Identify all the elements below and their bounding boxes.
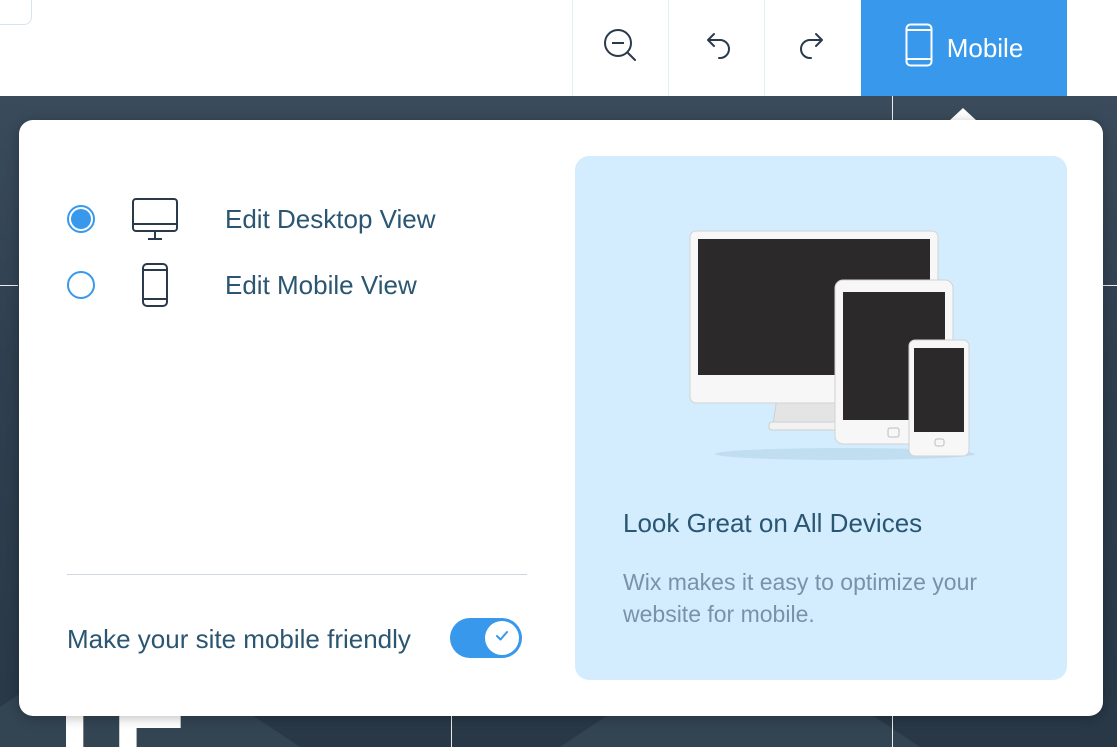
toggle-knob bbox=[485, 621, 519, 655]
top-toolbar: Mobile bbox=[0, 0, 1117, 96]
toolbar-left-stub[interactable] bbox=[0, 0, 32, 25]
mobile-radio[interactable] bbox=[67, 271, 95, 299]
desktop-radio[interactable] bbox=[67, 205, 95, 233]
promo-panel: Look Great on All Devices Wix makes it e… bbox=[575, 156, 1067, 680]
zoom-out-button[interactable] bbox=[572, 0, 668, 96]
checkmark-icon bbox=[495, 629, 509, 647]
mobile-friendly-toggle[interactable] bbox=[450, 618, 522, 658]
mobile-button-label: Mobile bbox=[946, 32, 1024, 63]
edit-desktop-view-option[interactable]: Edit Desktop View bbox=[67, 194, 436, 244]
divider bbox=[67, 574, 527, 575]
edit-mobile-view-option[interactable]: Edit Mobile View bbox=[67, 260, 417, 310]
promo-description: Wix makes it easy to optimize your websi… bbox=[623, 569, 978, 627]
guide-line bbox=[1103, 285, 1117, 286]
desktop-icon bbox=[127, 197, 183, 241]
redo-button[interactable] bbox=[764, 0, 860, 96]
devices-illustration bbox=[685, 226, 985, 466]
smartphone-icon bbox=[905, 23, 933, 74]
view-switcher-popover: Edit Desktop View Edit Mobile View Make … bbox=[19, 120, 1103, 716]
mobile-friendly-label: Make your site mobile friendly bbox=[67, 624, 411, 654]
undo-button[interactable] bbox=[668, 0, 764, 96]
promo-title: Look Great on All Devices bbox=[623, 508, 923, 538]
mobile-view-button[interactable]: Mobile bbox=[861, 0, 1067, 96]
edit-mobile-view-label: Edit Mobile View bbox=[225, 269, 417, 300]
zoom-out-icon bbox=[601, 26, 641, 71]
radio-selected-dot bbox=[71, 209, 91, 229]
redo-icon bbox=[795, 28, 831, 69]
undo-icon bbox=[699, 28, 735, 69]
smartphone-icon bbox=[127, 262, 183, 308]
guide-line bbox=[0, 285, 18, 286]
edit-desktop-view-label: Edit Desktop View bbox=[225, 203, 436, 234]
